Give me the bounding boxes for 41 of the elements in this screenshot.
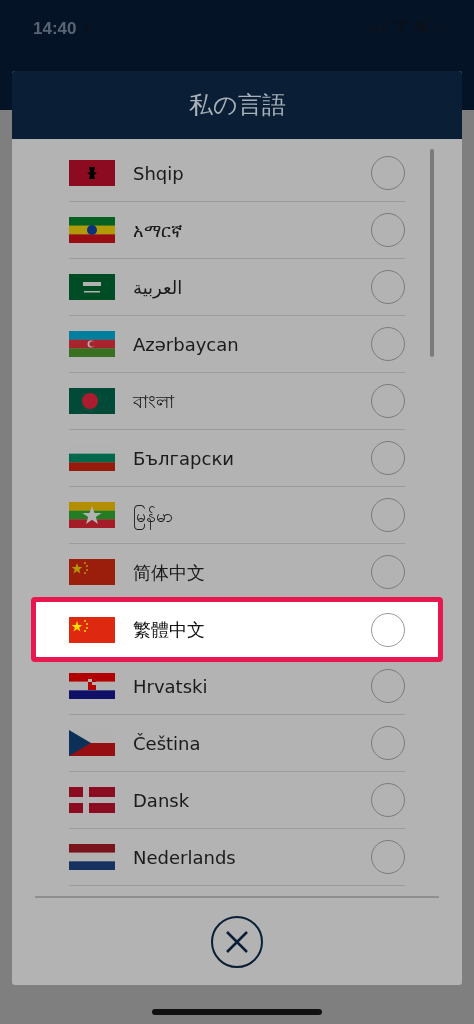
language-name: Nederlands [133, 845, 236, 870]
flag-icon [69, 217, 115, 243]
dialog-title: 私の言語 [188, 90, 286, 121]
language-name: العربية [133, 275, 183, 301]
language-row[interactable]: Hrvatski [69, 658, 405, 715]
flag-icon [69, 331, 115, 357]
flag-icon [69, 844, 115, 870]
language-name: Hrvatski [133, 674, 208, 699]
language-name: Dansk [133, 788, 190, 813]
language-row[interactable]: العربية [69, 259, 405, 316]
language-name: 简体中文 [133, 560, 205, 585]
flag-icon [69, 559, 115, 585]
language-name: Български [133, 446, 234, 471]
language-name: 繁體中文 [133, 618, 205, 642]
language-name: Shqip [133, 161, 184, 186]
status-time: 14:40 [33, 18, 77, 40]
language-row[interactable]: Български [69, 430, 405, 487]
flag-icon [69, 502, 115, 528]
language-row[interactable]: Dansk [69, 772, 405, 829]
language-name: မြန်မာ [133, 501, 173, 529]
close-icon [225, 929, 249, 954]
language-row[interactable]: አማርኛ [69, 202, 405, 259]
language-row[interactable]: Nederlands [69, 829, 405, 886]
language-row[interactable]: Azərbaycan [69, 316, 405, 373]
language-name: Čeština [133, 731, 201, 756]
language-row[interactable]: Shqip [69, 145, 405, 202]
flag-icon [69, 787, 115, 813]
flag-icon [69, 388, 115, 414]
flag-icon [69, 673, 115, 699]
language-row[interactable]: Čeština [69, 715, 405, 772]
language-row[interactable]: မြန်မာ [69, 487, 405, 544]
language-row[interactable]: বাংলা [69, 373, 405, 430]
language-name: বাংলা [133, 389, 174, 414]
close-button[interactable] [211, 915, 263, 968]
language-row[interactable]: 繁體中文 [31, 597, 443, 662]
language-name: Azərbaycan [133, 332, 239, 357]
flag-icon [69, 730, 115, 756]
flag-icon [69, 160, 115, 186]
language-name: አማርኛ [133, 218, 182, 243]
flag-icon [69, 616, 115, 643]
flag-icon [69, 274, 115, 300]
